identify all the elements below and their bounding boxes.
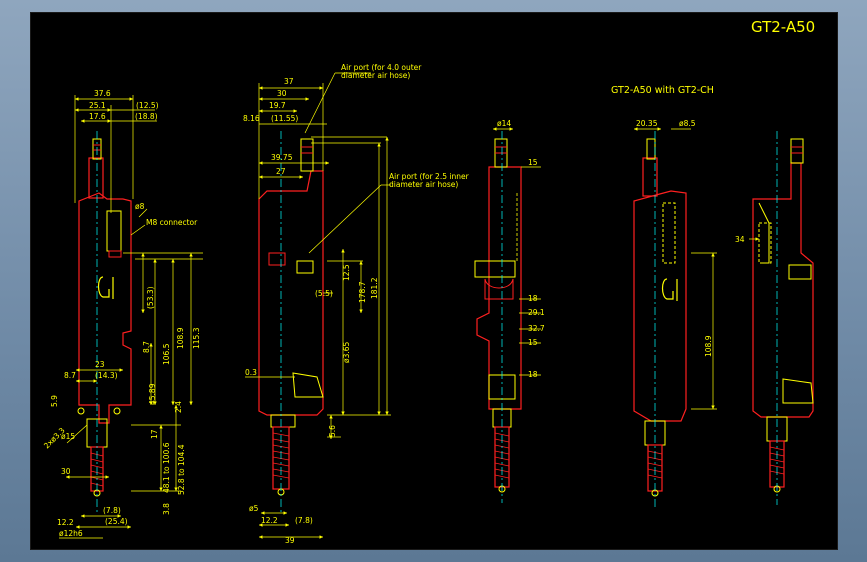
dim-text: 5.6 — [328, 425, 337, 437]
dim-text: 45.89 — [148, 383, 157, 405]
dim-text: 52.8 to 104.4 — [177, 444, 186, 495]
view4-subtitle: GT2-A50 with GT2-CH — [611, 85, 714, 96]
dim-text: 15 — [528, 338, 538, 347]
dim-text: ø8 — [135, 202, 145, 211]
air-port-note: diameter air hose) — [341, 71, 410, 80]
dim-text: 106.5 — [162, 343, 171, 365]
dim-text: 12.2 — [261, 516, 278, 525]
dim-text: 8.7 — [64, 371, 76, 380]
dim-text: 34 — [735, 235, 745, 244]
dim-text: 3.8 — [162, 503, 171, 515]
dim-text: 48.1 to 100.6 — [162, 442, 171, 493]
dim-text: 30 — [277, 89, 287, 98]
dim-text: ø15 — [61, 432, 75, 441]
view2-side: 37 30 19.7 8.16 (11.55) 39.75 27 12.5 (5… — [243, 63, 470, 545]
view1-dimension-labels: 37.6 25.1 (12.5) 17.6 (18.8) ø8 M8 conne… — [42, 89, 201, 538]
dim-text: 108.9 — [704, 335, 713, 357]
air-port-note: diameter air hose) — [389, 180, 458, 189]
dim-text: 181.2 — [370, 277, 379, 299]
dim-text: 20.35 — [636, 119, 658, 128]
dim-text: ø3.65 — [342, 341, 351, 363]
dim-text: 23 — [95, 360, 105, 369]
dim-text: 0.3 — [245, 368, 257, 377]
dim-text: 2.4 — [174, 401, 183, 413]
dim-text: (11.55) — [271, 114, 298, 123]
dim-text: (5.5) — [315, 289, 333, 298]
dim-text: 37.6 — [94, 89, 111, 98]
dim-text: (14.3) — [95, 371, 118, 380]
dim-text: (7.8) — [295, 516, 313, 525]
dim-text: 19.7 — [269, 101, 286, 110]
dim-text: (53.3) — [146, 286, 155, 309]
dim-text: (12.5) — [136, 101, 159, 110]
dim-text: 32.7 — [528, 324, 545, 333]
cad-drawing: GT2-A50 GT2-A50 with GT2-CH 37.6 25.1 (1… — [42, 18, 815, 545]
dim-text: ø5 — [249, 504, 259, 513]
dim-text: 39.75 — [271, 153, 293, 162]
dim-text: 27 — [276, 167, 286, 176]
dim-text: 25.1 — [89, 101, 106, 110]
drawing-viewport[interactable]: GT2-A50 GT2-A50 with GT2-CH 37.6 25.1 (1… — [30, 12, 838, 550]
dim-text: (7.8) — [103, 506, 121, 515]
dim-text: M8 connector — [146, 218, 198, 227]
dim-text: 12.5 — [342, 264, 351, 281]
view2-dimension-labels: 37 30 19.7 8.16 (11.55) 39.75 27 12.5 (5… — [243, 63, 470, 545]
dim-text: 5.9 — [50, 395, 59, 407]
dim-text: 30 — [61, 467, 71, 476]
dim-text: 8.7 — [142, 341, 151, 353]
dim-text: 108.9 — [176, 327, 185, 349]
dim-text: (18.8) — [135, 112, 158, 121]
dim-text: 37 — [284, 77, 294, 86]
dim-text: 39 — [285, 536, 295, 545]
dim-text: 8.16 — [243, 114, 260, 123]
dim-text: 115.3 — [192, 327, 201, 349]
dim-text: 29.1 — [528, 308, 545, 317]
dim-text: 178.7 — [358, 281, 367, 303]
dim-text: 17.6 — [89, 112, 106, 121]
dim-text: 12.2 — [57, 518, 74, 527]
view1-front: 37.6 25.1 (12.5) 17.6 (18.8) ø8 M8 conne… — [42, 89, 203, 539]
dim-text: ø8.5 — [679, 119, 696, 128]
dim-text: 18 — [528, 294, 538, 303]
dim-text: ø14 — [497, 119, 511, 128]
drawing-title: GT2-A50 — [751, 18, 815, 36]
dim-text: (25.4) — [105, 517, 128, 526]
dim-text: 17 — [150, 429, 159, 439]
dim-text: 15 — [528, 158, 538, 167]
dim-text: 18 — [528, 370, 538, 379]
view3-rear: ø14 15 18 29.1 32.7 15 18 — [474, 119, 545, 503]
view4-front-with-gt2-ch: 20.35 ø8.5 108.9 34 — [633, 119, 814, 508]
dim-text: ø12h6 — [59, 529, 83, 538]
